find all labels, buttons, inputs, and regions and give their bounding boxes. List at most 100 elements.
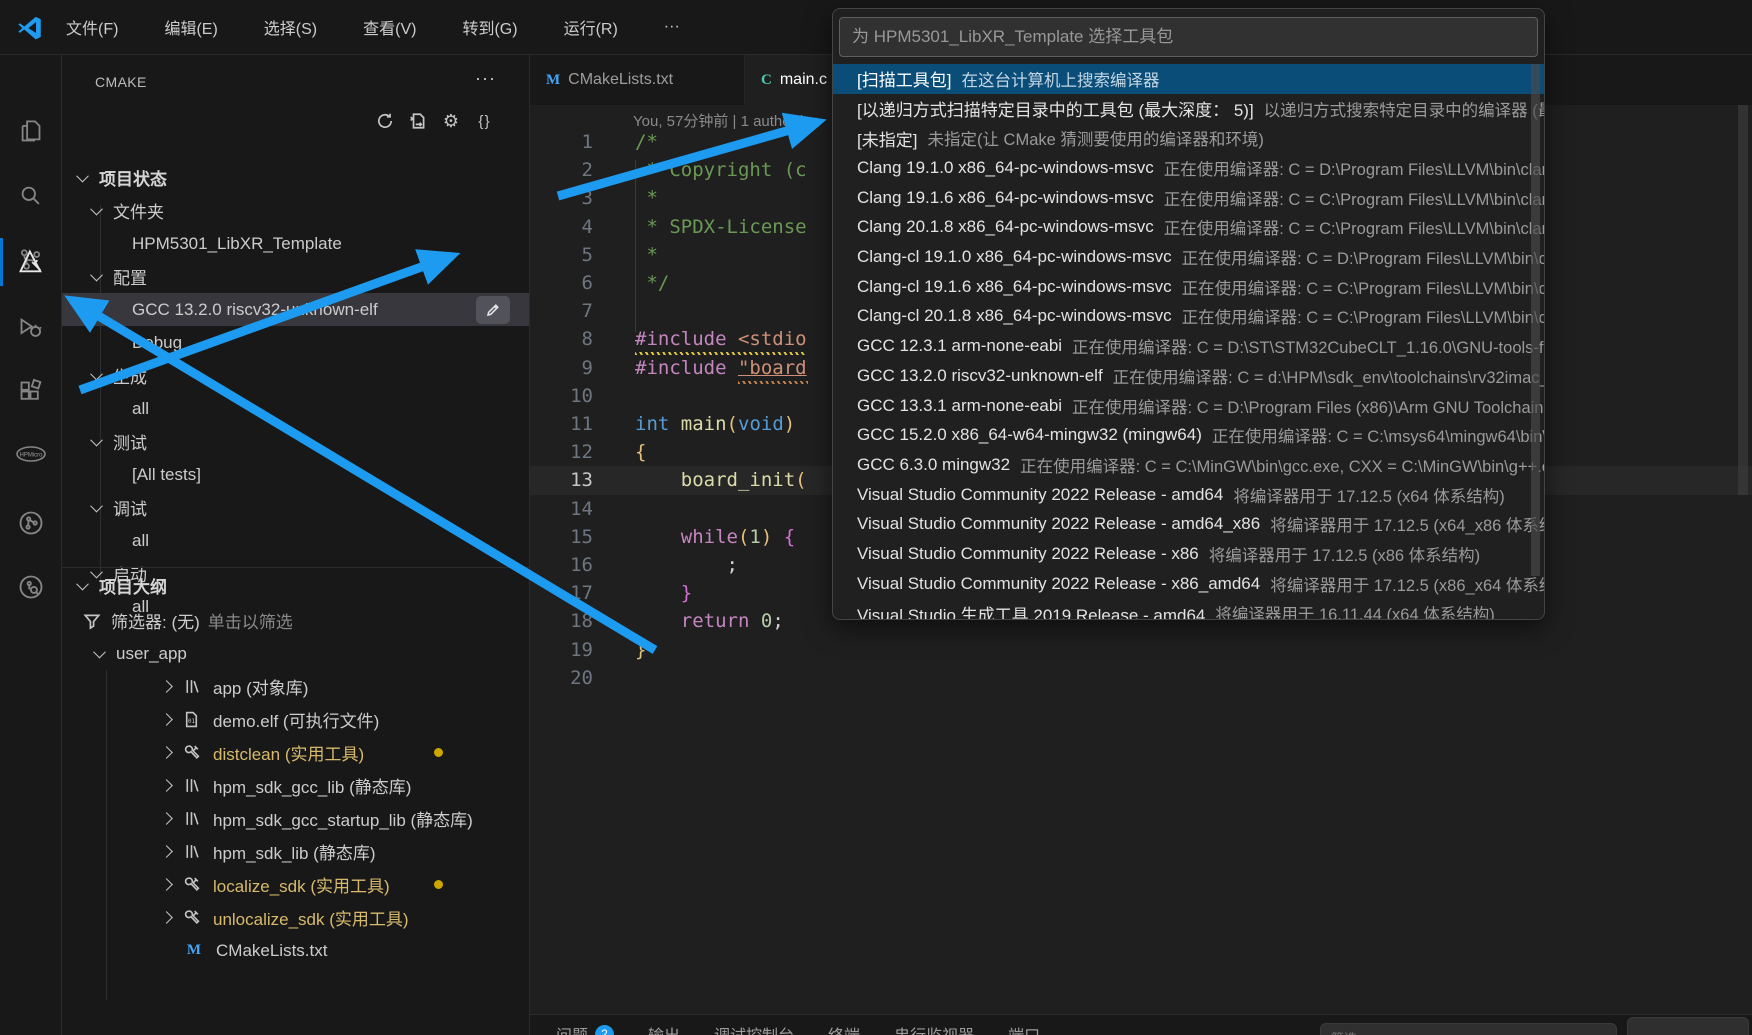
chevron-down-icon <box>90 203 103 216</box>
menu-goto[interactable]: 转到(G) <box>454 11 525 43</box>
gear-icon[interactable]: ⚙ <box>441 111 461 131</box>
cmake-icon[interactable] <box>0 238 61 286</box>
code-line[interactable]: 19} <box>530 636 1752 664</box>
kit-option[interactable]: GCC 15.2.0 x86_64-w64-mingw32 (mingw64)正… <box>833 420 1545 450</box>
outline-item-user-app[interactable]: user_app <box>62 637 530 670</box>
quickpick-scrollbar[interactable] <box>1531 64 1540 576</box>
panel-tab-output[interactable]: 输出 <box>648 1022 680 1035</box>
panel-tab-ports[interactable]: 端口 <box>1008 1022 1040 1035</box>
tree-item-variant[interactable]: Debug <box>62 326 530 359</box>
panel-tab-terminal[interactable]: 终端 <box>828 1022 860 1035</box>
kit-option[interactable]: GCC 13.2.0 riscv32-unknown-elf正在使用编译器: C… <box>833 361 1545 391</box>
outline-item-demo-elf[interactable]: 01 demo.elf (可执行文件) <box>62 703 530 736</box>
panel-tab-problems[interactable]: 问题 2 <box>556 1022 614 1035</box>
kit-option[interactable]: Clang-cl 19.1.6 x86_64-pc-windows-msvc正在… <box>833 272 1545 302</box>
sidebar-more-icon[interactable]: ··· <box>475 68 496 89</box>
kit-option[interactable]: Clang 19.1.6 x86_64-pc-windows-msvc正在使用编… <box>833 183 1545 213</box>
menu-view[interactable]: 查看(V) <box>355 11 424 43</box>
kit-option-scan-recursive[interactable]: [以递归方式扫描特定目录中的工具包 (最大深度： 5)]以递归方式搜索特定目录中… <box>833 94 1545 124</box>
cmake-file-icon: M <box>546 72 560 89</box>
target-dot-badge <box>434 880 443 889</box>
menu-selection[interactable]: 选择(S) <box>256 11 325 43</box>
kit-option-unspecified[interactable]: [未指定]未指定(让 CMake 猜测要使用的编译器和环境) <box>833 123 1545 153</box>
kit-option[interactable]: Visual Studio 生成工具 2019 Release - amd64将… <box>833 599 1545 620</box>
kit-option[interactable]: Clang 20.1.8 x86_64-pc-windows-msvc正在使用编… <box>833 213 1545 243</box>
kit-option[interactable]: Visual Studio Community 2022 Release - x… <box>833 539 1545 569</box>
outline-filter[interactable]: 筛选器: (无) 单击以筛选 <box>62 604 530 637</box>
kit-option[interactable]: Visual Studio Community 2022 Release - a… <box>833 510 1545 540</box>
tree-item-project-folder[interactable]: HPM5301_LibXR_Template <box>62 227 530 260</box>
target-dot-badge <box>434 748 443 757</box>
tree-item-debug-target[interactable]: all <box>62 524 530 557</box>
tree-item-kit-selected[interactable]: GCC 13.2.0 riscv32-unknown-elf <box>62 293 530 326</box>
kit-option[interactable]: GCC 12.3.1 arm-none-eabi正在使用编译器: C = D:\… <box>833 331 1545 361</box>
kit-option[interactable]: Clang-cl 20.1.8 x86_64-pc-windows-msvc正在… <box>833 302 1545 332</box>
vscode-logo-icon <box>16 14 43 41</box>
chevron-right-icon <box>160 812 173 825</box>
outline-item-localize-sdk[interactable]: localize_sdk (实用工具) <box>62 868 530 901</box>
tree-item-build-target[interactable]: all <box>62 392 530 425</box>
tools-icon <box>181 743 201 763</box>
search-icon[interactable] <box>0 171 61 219</box>
outline-item-hpm-sdk-gcc-lib[interactable]: hpm_sdk_gcc_lib (静态库) <box>62 769 530 802</box>
tree-item-all-tests[interactable]: [All tests] <box>62 458 530 491</box>
outline-item-unlocalize-sdk[interactable]: unlocalize_sdk (实用工具) <box>62 901 530 934</box>
code-line[interactable]: 20 <box>530 664 1752 692</box>
bottom-panel: 问题 2 输出 调试控制台 终端 串行监视器 端口 <box>530 1014 1752 1035</box>
tab-cmakelists[interactable]: M CMakeLists.txt <box>530 55 745 105</box>
run-debug-icon[interactable] <box>0 303 61 351</box>
include-squiggle <box>738 381 808 384</box>
problems-filter-input[interactable] <box>1320 1023 1617 1035</box>
explorer-icon[interactable] <box>0 107 61 155</box>
outline-item-hpm-sdk-lib[interactable]: hpm_sdk_lib (静态库) <box>62 835 530 868</box>
hpmicro-icon[interactable]: HPMicro <box>0 431 61 479</box>
menu-run[interactable]: 运行(R) <box>556 11 626 43</box>
panel-toolbar-control[interactable] <box>1627 1017 1749 1035</box>
outline-item-hpm-sdk-gcc-startup-lib[interactable]: hpm_sdk_gcc_startup_lib (静态库) <box>62 802 530 835</box>
tree-item-folder[interactable]: 文件夹 <box>62 194 530 227</box>
quickpick-input[interactable] <box>839 17 1538 57</box>
svg-text:01: 01 <box>187 719 195 725</box>
section-project-status[interactable]: 项目状态 <box>62 161 530 194</box>
panel-tab-debug-console[interactable]: 调试控制台 <box>714 1022 794 1035</box>
chevron-right-icon <box>160 911 173 924</box>
c-file-icon: C <box>761 72 772 89</box>
chevron-down-icon <box>93 646 106 659</box>
sidebar-header: CMAKE ··· <box>62 66 530 100</box>
braces-icon[interactable]: { } <box>474 111 494 131</box>
library-icon <box>181 809 201 829</box>
menu-file[interactable]: 文件(F) <box>58 11 126 43</box>
project-graph-icon[interactable] <box>0 499 61 547</box>
binary-file-icon: 01 <box>181 710 201 730</box>
code-search-icon[interactable] <box>0 563 61 611</box>
extensions-icon[interactable] <box>0 367 61 415</box>
library-icon <box>181 842 201 862</box>
chevron-down-icon <box>90 368 103 381</box>
section-project-outline[interactable]: 项目大纲 <box>62 569 530 602</box>
menu-edit[interactable]: 编辑(E) <box>156 11 225 43</box>
chevron-down-icon <box>76 170 89 183</box>
edit-kit-pencil-button[interactable] <box>476 296 510 324</box>
kit-option[interactable]: Clang-cl 19.1.0 x86_64-pc-windows-msvc正在… <box>833 242 1545 272</box>
outline-item-app[interactable]: app (对象库) <box>62 670 530 703</box>
scan-kits-icon[interactable] <box>408 111 428 131</box>
outline-item-cmakelists[interactable]: M CMakeLists.txt <box>62 934 530 967</box>
kit-option[interactable]: Visual Studio Community 2022 Release - a… <box>833 480 1545 510</box>
tree-item-build[interactable]: 生成 <box>62 359 530 392</box>
tree-item-test[interactable]: 测试 <box>62 425 530 458</box>
kit-option[interactable]: GCC 6.3.0 mingw32正在使用编译器: C = C:\MinGW\b… <box>833 450 1545 480</box>
refresh-icon[interactable] <box>375 111 395 131</box>
kit-option[interactable]: GCC 13.3.1 arm-none-eabi正在使用编译器: C = D:\… <box>833 391 1545 421</box>
kit-option[interactable]: Clang 19.1.0 x86_64-pc-windows-msvc正在使用编… <box>833 153 1545 183</box>
editor-scrollbar[interactable] <box>1738 105 1748 495</box>
cmake-file-icon: M <box>184 941 204 961</box>
kit-option-scan[interactable]: [扫描工具包]在这台计算机上搜索编译器 <box>833 64 1545 94</box>
tree-item-configure[interactable]: 配置 <box>62 260 530 293</box>
kit-option[interactable]: Visual Studio Community 2022 Release - x… <box>833 569 1545 599</box>
panel-tab-serial-monitor[interactable]: 串行监视器 <box>894 1022 974 1035</box>
section-divider <box>62 567 530 568</box>
outline-item-distclean[interactable]: distclean (实用工具) <box>62 736 530 769</box>
tree-item-debug[interactable]: 调试 <box>62 491 530 524</box>
chevron-right-icon <box>160 779 173 792</box>
menu-more-icon[interactable]: ··· <box>656 14 688 40</box>
